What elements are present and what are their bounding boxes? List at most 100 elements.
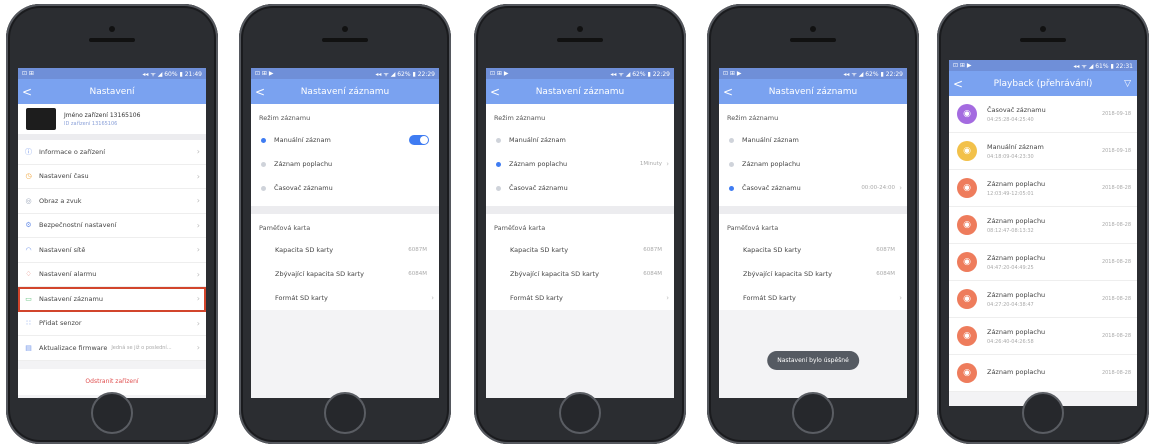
playback-item[interactable]: ◉ Záznam poplachu 04:26:40-04:26:58 2018-08… — [949, 318, 1137, 355]
playback-item-text: Záznam poplachu 04:27:20-04:38:47 — [987, 291, 1045, 308]
home-button[interactable] — [91, 392, 133, 434]
playback-item[interactable]: ◉ Záznam poplachu 08:12:47-08:13:32 2018-08… — [949, 207, 1137, 244]
app-bar: < Playback (přehrávání) ▽ — [949, 71, 1137, 96]
playback-list: ◉ Časovač záznamu 04:25:28-04:25:40 2018-09… — [949, 96, 1137, 392]
mode-timer[interactable]: Časovač záznamu — [251, 176, 439, 200]
mode-manual[interactable]: Manuální záznam — [719, 128, 907, 152]
device-card: Jméno zařízení 13165106 ID zařízení 1316… — [18, 104, 206, 140]
row-label: Formát SD karty — [275, 294, 328, 302]
menu-item-label: Nastavení záznamu — [39, 294, 103, 303]
mode-manual[interactable]: Manuální záznam — [486, 128, 674, 152]
radio-icon — [729, 161, 734, 167]
radio-icon — [496, 185, 501, 191]
playback-item-text: Manuální záznam 04:18:09-04:23:30 — [987, 143, 1044, 160]
back-icon[interactable]: < — [719, 85, 737, 99]
section-title: Režim záznamu — [486, 104, 674, 128]
earpiece-speaker — [1020, 38, 1066, 42]
chevron-right-icon: › — [196, 220, 200, 230]
radio-selected-icon — [496, 161, 501, 167]
playback-item-time: 04:47:20-04:49:25 — [987, 264, 1034, 271]
playback-item[interactable]: ◉ Záznam poplachu 2018-08-28 — [949, 355, 1137, 392]
menu-item-security[interactable]: ⚙ Bezpečnostní nastavení › — [18, 213, 206, 238]
menu-item-wifi[interactable]: ◠ Nastavení sítě › — [18, 238, 206, 263]
back-icon[interactable]: < — [251, 85, 269, 99]
app-bar: < Nastavení záznamu — [719, 79, 907, 104]
radio-icon — [729, 137, 734, 143]
mode-manual[interactable]: Manuální záznam — [251, 128, 439, 152]
playback-item-text: Záznam poplachu 08:12:47-08:13:32 — [987, 217, 1045, 234]
menu-item-record[interactable]: ▭ Nastavení záznamu › — [18, 287, 206, 312]
status-right: ◂◂ ᯤ ◢ 62% ▮ 22:29 — [610, 70, 670, 78]
back-icon[interactable]: < — [949, 77, 967, 91]
device-thumbnail — [26, 108, 56, 130]
menu-item-label: Obraz a zvuk — [39, 196, 82, 205]
mode-alarm[interactable]: Záznam poplachu — [251, 152, 439, 176]
filter-icon[interactable]: ▽ — [1124, 79, 1131, 89]
menu-item-info[interactable]: ⓘ Informace o zařízení › — [18, 140, 206, 165]
playback-item[interactable]: ◉ Časovač záznamu 04:25:28-04:25:40 2018-09… — [949, 96, 1137, 133]
row-label: Kapacita SD karty — [743, 246, 802, 254]
back-icon[interactable]: < — [486, 85, 504, 99]
section-title: Paměťová karta — [719, 214, 907, 238]
sd-format-row[interactable]: Formát SD karty › — [719, 286, 907, 310]
menu-item-sensor[interactable]: ∷ Přidat senzor › — [18, 311, 206, 336]
playback-item-date: 2018-08-28 — [1101, 222, 1131, 228]
playback-item[interactable]: ◉ Manuální záznam 04:18:09-04:23:30 2018-09… — [949, 133, 1137, 170]
playback-item-title: Záznam poplachu — [987, 327, 1046, 336]
section-title: Paměťová karta — [251, 214, 439, 238]
record-alarm-icon: ◉ — [957, 363, 977, 383]
memory-card-section: Paměťová karta Kapacita SD karty 6087M Z… — [486, 214, 674, 310]
playback-item[interactable]: ◉ Záznam poplachu 04:47:20-04:49:25 2018-08… — [949, 244, 1137, 281]
menu-item-label: Nastavení alarmu — [39, 270, 97, 279]
record-alarm-icon: ◉ — [957, 252, 977, 272]
record-alarm-icon: ◉ — [957, 289, 977, 309]
chevron-right-icon: › — [196, 294, 200, 304]
mode-label: Manuální záznam — [274, 136, 331, 144]
menu-item-image[interactable]: ◎ Obraz a zvuk › — [18, 189, 206, 214]
status-right: ◂◂ ᯤ ◢ 60% ▮ 21:49 — [142, 70, 202, 78]
record-mode-section: Režim záznamu Manuální záznam Záznam pop… — [719, 104, 907, 214]
mode-timer[interactable]: Časovač záznamu 00:00-24:00 › — [719, 176, 907, 200]
sd-format-row[interactable]: Formát SD karty › — [486, 286, 674, 310]
screen-record-settings-manual: ⊡ ⊞ ▶ ◂◂ ᯤ ◢ 62% ▮ 22:29 < Nastavení záz… — [251, 68, 439, 398]
chevron-right-icon: › — [196, 343, 200, 353]
menu-item-alarm[interactable]: ♢ Nastavení alarmu › — [18, 262, 206, 287]
chevron-right-icon: › — [196, 147, 200, 157]
mode-label: Manuální záznam — [742, 136, 799, 144]
mode-alarm[interactable]: Záznam poplachu 1Minuty › — [486, 152, 674, 176]
chevron-right-icon: › — [196, 196, 200, 206]
sd-capacity-row: Kapacita SD karty 6087M — [719, 238, 907, 262]
chevron-right-icon: › — [196, 245, 200, 255]
playback-item[interactable]: ◉ Záznam poplachu 12:03:49-12:05:01 2018-08… — [949, 170, 1137, 207]
sd-format-row[interactable]: Formát SD karty › — [251, 286, 439, 310]
chevron-right-icon: › — [196, 318, 200, 328]
menu-item-firmware[interactable]: ▤ Aktualizace firmware Jedná se již o posl… — [18, 336, 206, 361]
manual-record-toggle[interactable] — [409, 135, 429, 145]
mode-alarm[interactable]: Záznam poplachu — [719, 152, 907, 176]
menu-item-clock[interactable]: ◷ Nastavení času › — [18, 164, 206, 189]
menu-item-label: Aktualizace firmware — [39, 343, 108, 352]
front-camera — [342, 26, 348, 32]
home-button[interactable] — [324, 392, 366, 434]
success-toast: Nastavení bylo úspěšné — [767, 351, 859, 370]
radio-icon — [261, 161, 266, 167]
back-icon[interactable]: < — [18, 85, 36, 99]
image-icon: ◎ — [25, 196, 32, 205]
home-button[interactable] — [1022, 392, 1064, 434]
earpiece-speaker — [89, 38, 135, 42]
home-button[interactable] — [792, 392, 834, 434]
playback-item[interactable]: ◉ Záznam poplachu 04:27:20-04:38:47 2018-08… — [949, 281, 1137, 318]
menu-item-label: Nastavení času — [39, 172, 89, 181]
record-alarm-icon: ◉ — [957, 326, 977, 346]
home-button[interactable] — [559, 392, 601, 434]
status-right: ◂◂ ᯤ ◢ 62% ▮ 22:29 — [843, 70, 903, 78]
playback-item-date: 2018-08-28 — [1101, 370, 1131, 376]
mode-timer[interactable]: Časovač záznamu — [486, 176, 674, 200]
playback-item-date: 2018-09-18 — [1101, 148, 1131, 154]
phone-2: ⊡ ⊞ ▶ ◂◂ ᯤ ◢ 62% ▮ 22:29 < Nastavení záz… — [239, 4, 451, 444]
chevron-right-icon: › — [431, 294, 434, 302]
delete-device-button[interactable]: Odstranit zařízení — [18, 368, 206, 395]
wifi-icon: ◠ — [25, 245, 32, 254]
front-camera — [810, 26, 816, 32]
mode-label: Záznam poplachu — [274, 160, 333, 168]
